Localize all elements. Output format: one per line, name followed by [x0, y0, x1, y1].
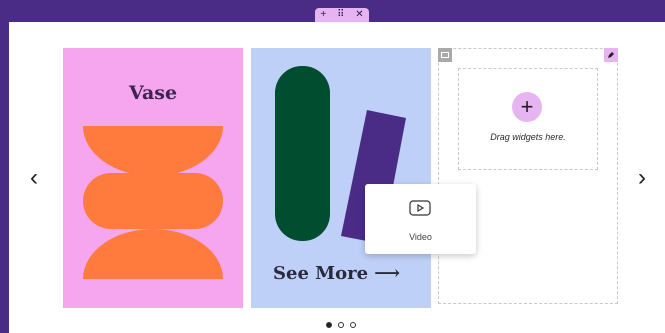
prev-arrow[interactable]: ‹ [30, 166, 38, 190]
drop-zone-text: Drag widgets here. [490, 132, 566, 142]
pagination-dots [326, 322, 356, 328]
slide-title: Vase [128, 82, 178, 104]
pagination-dot[interactable] [326, 322, 332, 328]
pencil-icon[interactable] [604, 48, 618, 62]
video-play-icon [409, 200, 431, 216]
add-widget-button[interactable]: + [512, 92, 542, 122]
next-arrow[interactable]: › [638, 166, 646, 190]
pagination-dot[interactable] [350, 322, 356, 328]
see-more-link[interactable]: See More ⟶ [273, 263, 400, 284]
image-icon[interactable] [438, 48, 452, 62]
plus-icon[interactable]: + [320, 8, 326, 22]
video-label: Video [409, 232, 432, 242]
widget-toolbar: + ⠿ ✕ [315, 8, 369, 22]
video-widget-option[interactable]: Video [365, 184, 476, 254]
pagination-dot[interactable] [338, 322, 344, 328]
drag-handle-icon[interactable]: ⠿ [337, 8, 344, 22]
close-icon[interactable]: ✕ [355, 8, 363, 22]
